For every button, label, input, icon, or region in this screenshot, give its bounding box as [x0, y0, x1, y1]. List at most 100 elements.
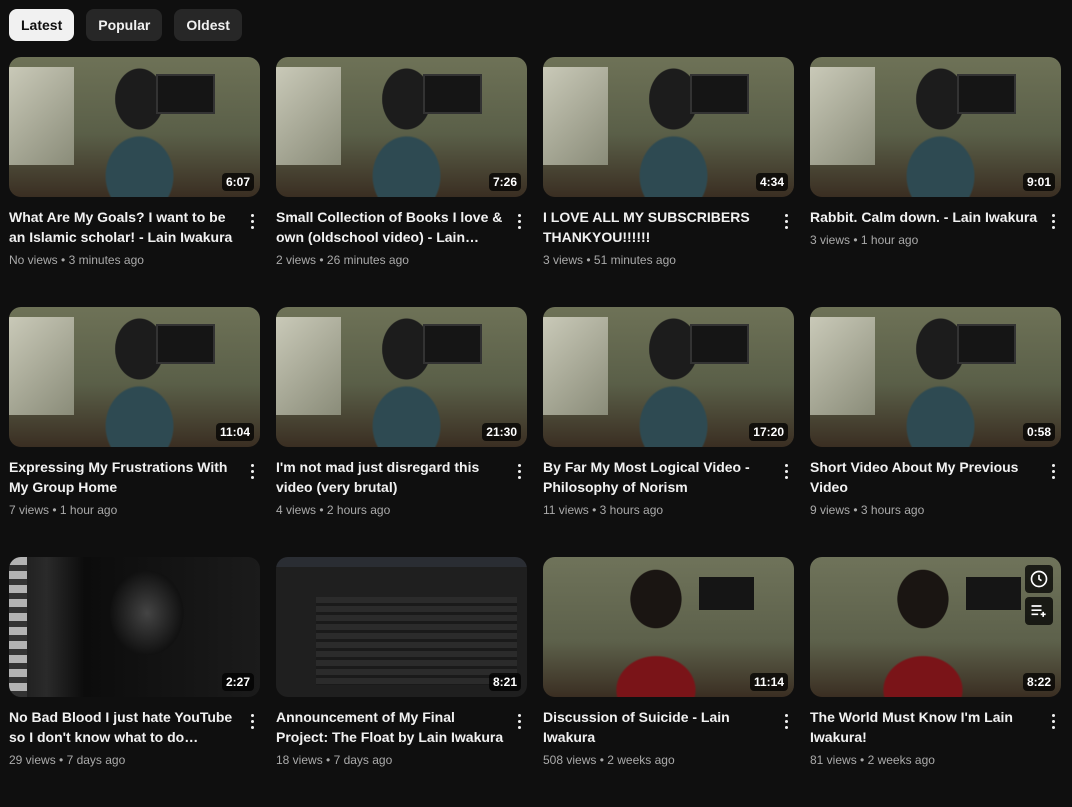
view-count: 7 views: [9, 503, 50, 517]
video-thumbnail[interactable]: 8:22: [810, 557, 1061, 697]
video-meta: The World Must Know I'm Lain Iwakura! 81 …: [810, 697, 1061, 769]
video-thumbnail[interactable]: 17:20: [543, 307, 794, 447]
video-thumbnail[interactable]: 6:07: [9, 57, 260, 197]
more-vert-icon[interactable]: [244, 711, 260, 731]
video-meta: Announcement of My Final Project: The Fl…: [276, 697, 527, 769]
more-vert-icon[interactable]: [244, 461, 260, 481]
clock-icon: [1030, 570, 1048, 588]
video-card: 9:01 Rabbit. Calm down. - Lain Iwakura 3 v…: [810, 57, 1061, 307]
more-vert-icon[interactable]: [1045, 461, 1061, 481]
duration-badge: 7:26: [488, 173, 521, 191]
video-stats: 29 views • 7 days ago: [9, 751, 260, 769]
upload-age: 7 days ago: [66, 753, 126, 767]
separator-dot: •: [583, 253, 594, 267]
video-meta: Small Collection of Books I love & own (…: [276, 197, 527, 269]
filter-chips: Latest Popular Oldest: [9, 9, 242, 41]
duration-badge: 8:21: [488, 673, 521, 691]
more-vert-icon[interactable]: [778, 461, 794, 481]
upload-age: 1 hour ago: [59, 503, 118, 517]
video-title[interactable]: Expressing My Frustrations With My Group…: [9, 457, 237, 497]
view-count: 29 views: [9, 753, 56, 767]
video-title[interactable]: What Are My Goals? I want to be an Islam…: [9, 207, 237, 247]
video-title[interactable]: I LOVE ALL MY SUBSCRIBERS THANKYOU!!!!!!: [543, 207, 771, 247]
upload-age: 1 hour ago: [860, 233, 919, 247]
video-thumbnail[interactable]: 8:21: [276, 557, 527, 697]
video-title[interactable]: By Far My Most Logical Video - Philosoph…: [543, 457, 771, 497]
video-card: 8:22 The World Must Know I'm Lain Iwakura…: [810, 557, 1061, 807]
video-thumbnail[interactable]: 11:14: [543, 557, 794, 697]
watch-later-button[interactable]: [1025, 565, 1053, 593]
video-card: 8:21 Announcement of My Final Project: Th…: [276, 557, 527, 807]
video-thumbnail[interactable]: 7:26: [276, 57, 527, 197]
duration-badge: 8:22: [1022, 673, 1055, 691]
video-title[interactable]: The World Must Know I'm Lain Iwakura!: [810, 707, 1038, 747]
video-title[interactable]: Discussion of Suicide - Lain Iwakura: [543, 707, 771, 747]
video-stats: 18 views • 7 days ago: [276, 751, 527, 769]
video-thumbnail[interactable]: 2:27: [9, 557, 260, 697]
view-count: 2 views: [276, 253, 317, 267]
video-title[interactable]: Announcement of My Final Project: The Fl…: [276, 707, 504, 747]
separator-dot: •: [596, 753, 608, 767]
video-thumbnail[interactable]: 21:30: [276, 307, 527, 447]
view-count: 9 views: [810, 503, 851, 517]
video-card: 6:07 What Are My Goals? I want to be an I…: [9, 57, 260, 307]
video-meta: Expressing My Frustrations With My Group…: [9, 447, 260, 519]
video-title[interactable]: Rabbit. Calm down. - Lain Iwakura: [810, 207, 1038, 227]
view-count: 508 views: [543, 753, 597, 767]
video-thumbnail[interactable]: 11:04: [9, 307, 260, 447]
queue-icon: [1031, 605, 1046, 617]
video-title[interactable]: Small Collection of Books I love & own (…: [276, 207, 504, 247]
separator-dot: •: [55, 753, 67, 767]
upload-age: 3 hours ago: [599, 503, 664, 517]
view-count: 11 views: [543, 503, 589, 517]
duration-badge: 4:34: [755, 173, 788, 191]
upload-age: 2 weeks ago: [607, 753, 675, 767]
video-meta: Discussion of Suicide - Lain Iwakura 508 …: [543, 697, 794, 769]
video-card: 0:58 Short Video About My Previous Video 9…: [810, 307, 1061, 557]
filter-chip-latest[interactable]: Latest: [9, 9, 75, 41]
separator-dot: •: [850, 503, 861, 517]
upload-age: 3 minutes ago: [68, 253, 144, 267]
more-vert-icon[interactable]: [511, 711, 527, 731]
more-vert-icon[interactable]: [1045, 211, 1061, 231]
add-to-queue-button[interactable]: [1025, 597, 1053, 625]
view-count: 3 views: [810, 233, 851, 247]
duration-badge: 11:14: [749, 673, 788, 691]
view-count: 4 views: [276, 503, 317, 517]
upload-age: 2 weeks ago: [867, 753, 935, 767]
video-thumbnail[interactable]: 0:58: [810, 307, 1061, 447]
video-title[interactable]: I'm not mad just disregard this video (v…: [276, 457, 504, 497]
separator-dot: •: [850, 233, 861, 247]
upload-age: 26 minutes ago: [326, 253, 409, 267]
more-vert-icon[interactable]: [778, 211, 794, 231]
more-vert-icon[interactable]: [511, 211, 527, 231]
more-vert-icon[interactable]: [778, 711, 794, 731]
more-vert-icon[interactable]: [1045, 711, 1061, 731]
video-stats: No views • 3 minutes ago: [9, 251, 260, 269]
more-vert-icon[interactable]: [511, 461, 527, 481]
upload-age: 7 days ago: [333, 753, 393, 767]
video-meta: Short Video About My Previous Video 9 vie…: [810, 447, 1061, 519]
separator-dot: •: [57, 253, 69, 267]
separator-dot: •: [856, 753, 868, 767]
video-meta: By Far My Most Logical Video - Philosoph…: [543, 447, 794, 519]
video-thumbnail[interactable]: 9:01: [810, 57, 1061, 197]
separator-dot: •: [316, 503, 327, 517]
more-vert-icon[interactable]: [244, 211, 260, 231]
upload-age: 3 hours ago: [860, 503, 925, 517]
video-card: 11:14 Discussion of Suicide - Lain Iwakur…: [543, 557, 794, 807]
video-title[interactable]: No Bad Blood I just hate YouTube so I do…: [9, 707, 237, 747]
video-stats: 508 views • 2 weeks ago: [543, 751, 794, 769]
video-thumbnail[interactable]: 4:34: [543, 57, 794, 197]
video-stats: 7 views • 1 hour ago: [9, 501, 260, 519]
filter-chip-popular[interactable]: Popular: [86, 9, 163, 41]
video-title[interactable]: Short Video About My Previous Video: [810, 457, 1038, 497]
separator-dot: •: [588, 503, 600, 517]
video-meta: What Are My Goals? I want to be an Islam…: [9, 197, 260, 269]
video-stats: 11 views • 3 hours ago: [543, 501, 794, 519]
separator-dot: •: [322, 753, 334, 767]
filter-chip-oldest[interactable]: Oldest: [174, 9, 242, 41]
video-card: 11:04 Expressing My Frustrations With My …: [9, 307, 260, 557]
video-stats: 4 views • 2 hours ago: [276, 501, 527, 519]
video-card: 7:26 Small Collection of Books I love & o…: [276, 57, 527, 307]
